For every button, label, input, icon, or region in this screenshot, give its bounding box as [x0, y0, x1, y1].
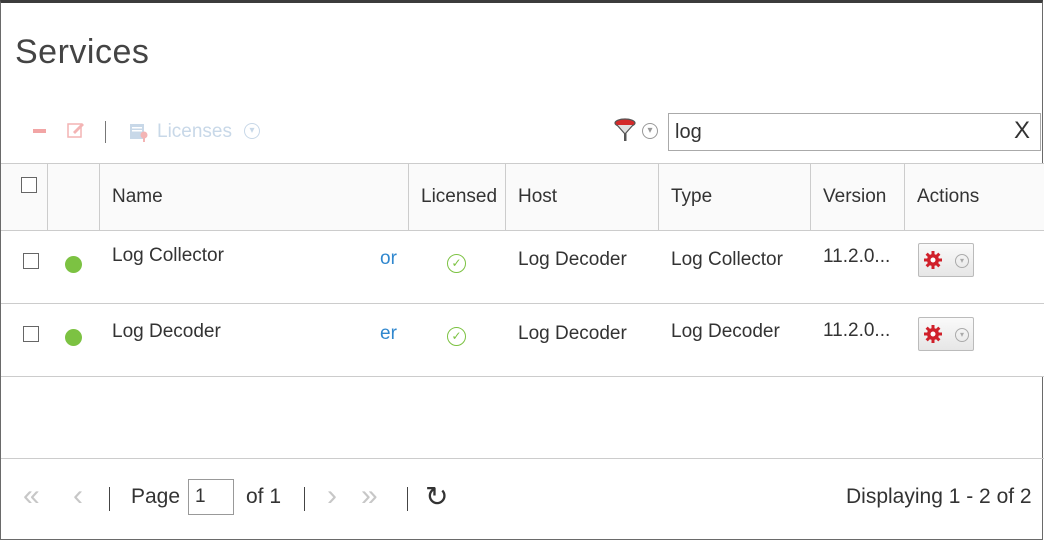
status-indicator — [65, 256, 82, 273]
next-page-icon[interactable]: › — [327, 479, 337, 513]
table-row[interactable]: Log Collector or ✓ Log Decoder Log Colle… — [1, 231, 1044, 304]
edit-icon[interactable] — [67, 121, 85, 139]
license-icon[interactable] — [129, 122, 149, 142]
host-link[interactable]: Log Decoder — [518, 249, 627, 271]
page-label: Page — [131, 485, 181, 508]
column-header-type[interactable]: Type — [658, 164, 810, 230]
refresh-icon[interactable]: ↻ — [425, 480, 448, 513]
toolbar: Licenses ▾ ▾ X — [1, 113, 1044, 153]
displaying-count: Displaying 1 - 2 of 2 — [846, 485, 1032, 508]
service-version: 11.2.0... — [823, 320, 891, 341]
minus-icon[interactable] — [33, 129, 46, 133]
row-checkbox[interactable] — [23, 326, 39, 342]
close-icon[interactable]: X — [1014, 117, 1030, 145]
toolbar-divider — [105, 121, 106, 143]
previous-page-icon[interactable]: ‹ — [73, 479, 83, 513]
pager-divider — [407, 487, 408, 511]
row-checkbox[interactable] — [23, 253, 39, 269]
status-indicator — [65, 329, 82, 346]
chevron-down-icon: ▾ — [955, 328, 969, 342]
column-header-licensed[interactable]: Licensed — [408, 164, 505, 230]
service-version: 11.2.0... — [823, 246, 891, 267]
service-type: Log Collector — [671, 249, 783, 270]
actions-button[interactable]: ▾ — [918, 243, 974, 277]
search-input[interactable] — [668, 113, 1041, 151]
page-title: Services — [15, 33, 150, 71]
table-header: Name Licensed Host Type Version Actions — [1, 163, 1044, 231]
pagination-bar: « ‹ Page of 1 › » ↻ Displaying 1 - 2 of … — [1, 458, 1044, 543]
column-header-version[interactable]: Version — [810, 164, 904, 230]
column-header-actions[interactable]: Actions — [904, 164, 1044, 230]
pager-divider — [304, 487, 305, 511]
column-header-host[interactable]: Host — [505, 164, 658, 230]
service-type: Log Decoder — [671, 321, 780, 342]
page-number-input[interactable] — [188, 479, 234, 515]
check-icon: ✓ — [447, 254, 466, 273]
chevron-down-icon: ▾ — [955, 254, 969, 268]
service-name-link[interactable]: Log Decoder — [112, 321, 221, 343]
first-page-icon[interactable]: « — [23, 479, 40, 513]
licenses-button[interactable]: Licenses — [157, 121, 232, 143]
host-link[interactable]: Log Decoder — [518, 323, 627, 345]
chevron-down-icon[interactable]: ▾ — [642, 123, 658, 139]
actions-button[interactable]: ▾ — [918, 317, 974, 351]
page-count: of 1 — [246, 485, 282, 508]
last-page-icon[interactable]: » — [361, 479, 378, 513]
pager-divider — [109, 487, 110, 511]
column-header-name[interactable]: Name — [99, 164, 408, 230]
select-all-checkbox[interactable] — [21, 177, 37, 193]
status-column-header — [47, 164, 99, 230]
gear-icon — [924, 325, 942, 343]
service-name-truncated: or — [380, 248, 397, 269]
table-row[interactable]: Log Decoder er ✓ Log Decoder Log Decoder… — [1, 304, 1044, 377]
funnel-icon[interactable] — [614, 118, 636, 142]
services-panel: Services Licenses ▾ ▾ log X Name License… — [0, 0, 1044, 543]
check-icon: ✓ — [447, 327, 466, 346]
gear-icon — [924, 251, 942, 269]
service-name-truncated: er — [380, 323, 397, 344]
chevron-down-icon[interactable]: ▾ — [244, 123, 260, 139]
service-name-link[interactable]: Log Collector — [112, 245, 224, 267]
